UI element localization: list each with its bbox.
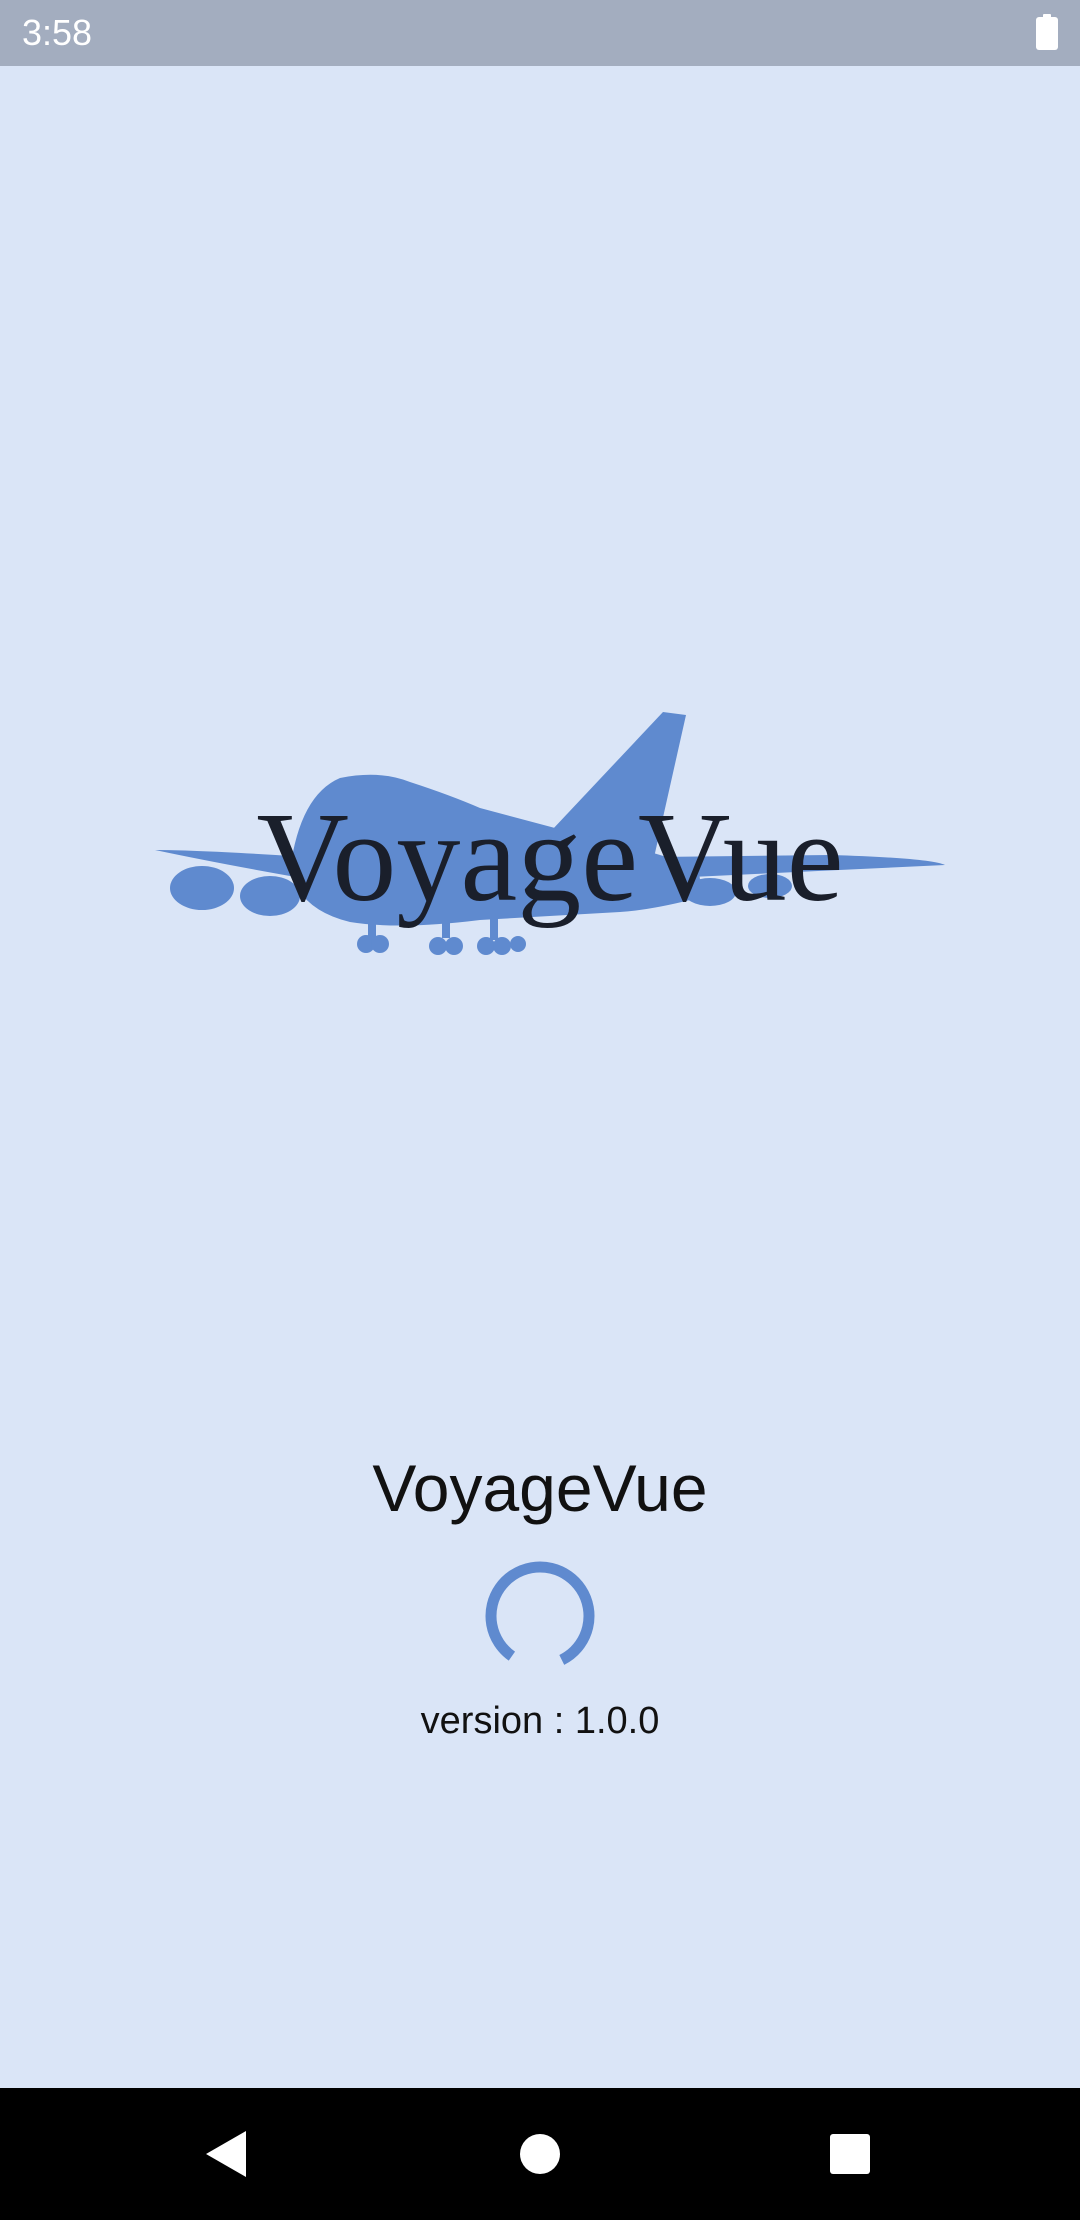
back-button[interactable]: [156, 2088, 296, 2220]
recents-button[interactable]: [780, 2088, 920, 2220]
recents-square-icon: [830, 2134, 870, 2174]
version-label: version : 1.0.0: [420, 1700, 660, 1742]
airplane-icon: VoyageVue: [155, 712, 945, 955]
battery-icon: [1036, 14, 1058, 50]
home-circle-icon: [520, 2134, 560, 2174]
status-bar: 3:58: [0, 0, 1080, 66]
status-time: 3:58: [22, 12, 93, 53]
loading-spinner: [485, 1561, 595, 1671]
home-button[interactable]: [470, 2088, 610, 2220]
back-triangle-icon: [206, 2131, 246, 2177]
logo-wordmark: VoyageVue: [256, 786, 843, 928]
app-logo: VoyageVue: [150, 700, 950, 970]
app-name-title: VoyageVue: [372, 1451, 708, 1525]
navigation-bar: [0, 2088, 1080, 2220]
